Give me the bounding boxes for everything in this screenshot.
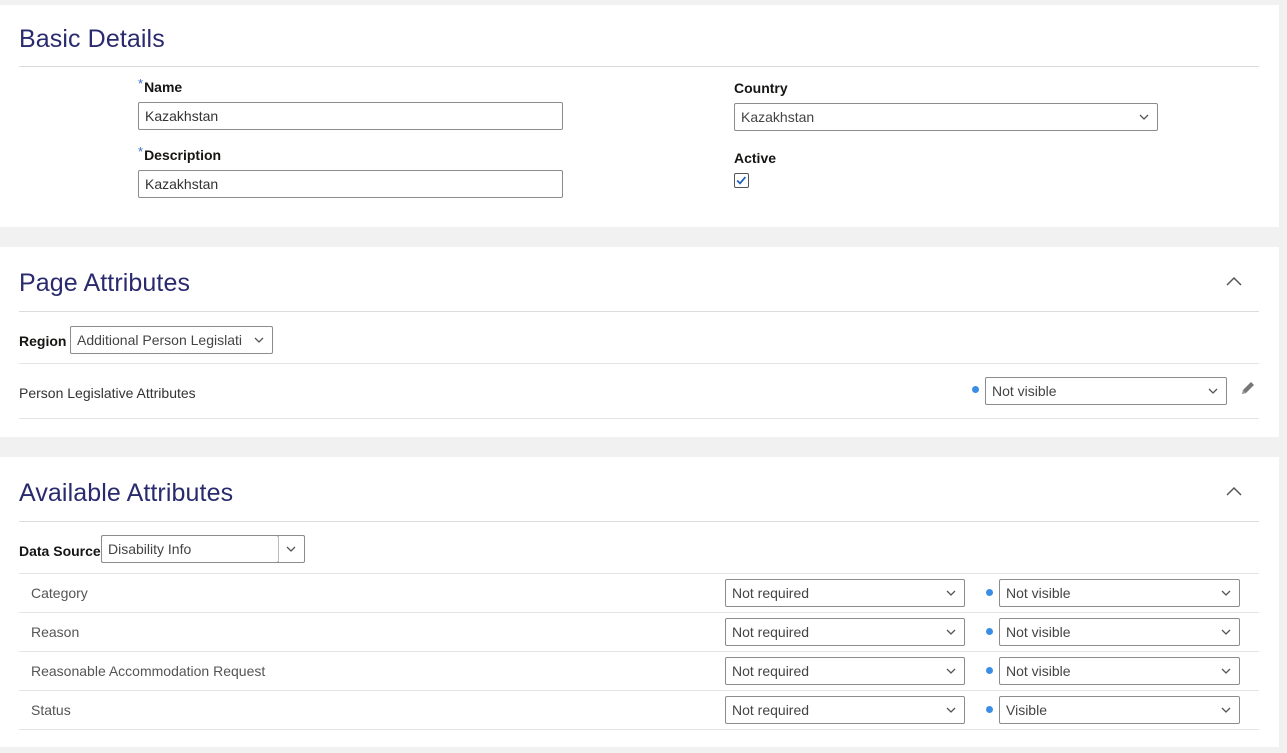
visibility-select-value: Not visible (992, 383, 1057, 399)
country-select-value: Kazakhstan (741, 109, 815, 125)
region-select-value: Additional Person Legislati (77, 332, 242, 348)
row-divider (19, 651, 1259, 652)
chevron-down-icon (286, 546, 296, 552)
status-dot-icon (986, 667, 993, 674)
data-source-label: Data Source (19, 543, 101, 559)
chevron-down-icon (1221, 590, 1231, 596)
region-divider (19, 363, 1259, 364)
chevron-down-icon (1221, 668, 1231, 674)
person-legislative-visibility-select[interactable]: Not visible (985, 377, 1227, 405)
basic-details-title: Basic Details (19, 25, 165, 53)
row-divider (19, 690, 1259, 691)
name-input[interactable]: Kazakhstan (138, 102, 563, 130)
required-marker: * (138, 144, 144, 159)
chevron-down-icon (1208, 388, 1218, 394)
available-attributes-divider (19, 521, 1259, 522)
active-label: Active (734, 150, 777, 166)
visibility-select[interactable]: Not visible (999, 618, 1240, 646)
pencil-icon[interactable] (1239, 379, 1257, 397)
page-attributes-divider (19, 311, 1259, 312)
row-divider (19, 418, 1259, 419)
chevron-down-icon (946, 668, 956, 674)
required-select[interactable]: Not required (725, 618, 965, 646)
data-source-select-value: Disability Info (108, 541, 192, 557)
country-select[interactable]: Kazakhstan (734, 103, 1158, 131)
required-marker: * (138, 76, 144, 91)
region-select[interactable]: Additional Person Legislati (70, 326, 273, 354)
basic-details-panel: Basic Details *Name Kazakhstan *Descript… (0, 5, 1279, 227)
data-source-divider (19, 573, 1259, 574)
page-attributes-title: Page Attributes (19, 269, 191, 297)
status-dot-icon (986, 706, 993, 713)
chevron-down-icon (1221, 707, 1231, 713)
name-label: *Name (138, 76, 183, 95)
row-divider (19, 729, 1259, 730)
chevron-down-icon (1221, 629, 1231, 635)
country-label: Country (734, 80, 788, 96)
status-dot-icon (986, 628, 993, 635)
visibility-select[interactable]: Not visible (999, 579, 1240, 607)
attribute-label: Reason (31, 624, 80, 640)
collapse-page-attributes-icon[interactable] (1225, 275, 1243, 287)
description-label: *Description (138, 144, 222, 163)
select-divider (278, 536, 279, 562)
available-attributes-panel: Available Attributes Data Source Disabil… (0, 457, 1279, 747)
available-attributes-title: Available Attributes (19, 479, 234, 507)
status-dot-icon (972, 386, 979, 393)
visibility-select[interactable]: Not visible (999, 657, 1240, 685)
chevron-down-icon (254, 337, 264, 343)
required-select[interactable]: Not required (725, 657, 965, 685)
description-input[interactable]: Kazakhstan (138, 170, 563, 198)
chevron-down-icon (946, 590, 956, 596)
chevron-down-icon (1139, 114, 1149, 120)
basic-details-divider (19, 66, 1259, 67)
person-legislative-attributes-label: Person Legislative Attributes (19, 385, 196, 401)
checkmark-icon (736, 176, 747, 185)
required-select[interactable]: Not required (725, 696, 965, 724)
chevron-down-icon (946, 707, 956, 713)
attribute-label: Category (31, 585, 88, 601)
data-source-select[interactable]: Disability Info (101, 535, 305, 563)
required-select[interactable]: Not required (725, 579, 965, 607)
chevron-down-icon (946, 629, 956, 635)
attribute-label: Reasonable Accommodation Request (31, 663, 266, 679)
active-checkbox[interactable] (734, 173, 749, 188)
visibility-select[interactable]: Visible (999, 696, 1240, 724)
region-label: Region (19, 333, 67, 349)
page-attributes-panel: Page Attributes Region Additional Person… (0, 247, 1279, 437)
status-dot-icon (986, 589, 993, 596)
collapse-available-attributes-icon[interactable] (1225, 485, 1243, 497)
attribute-label: Status (31, 702, 71, 718)
row-divider (19, 612, 1259, 613)
